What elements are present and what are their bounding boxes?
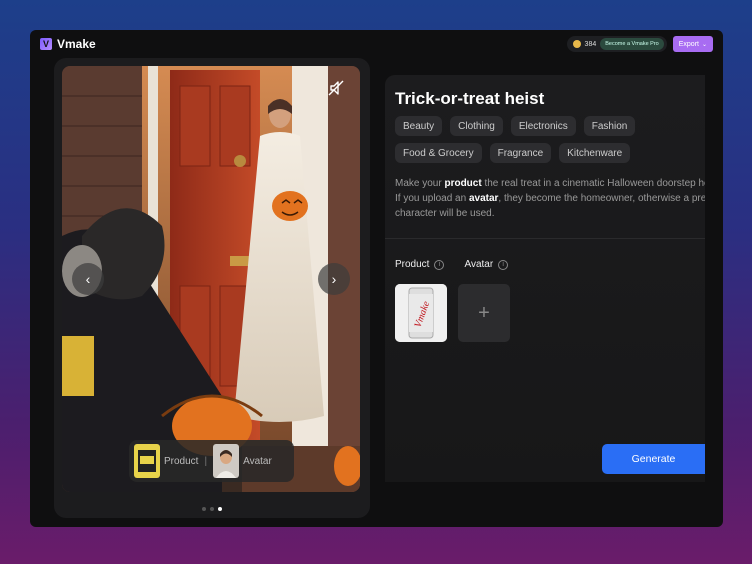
desc-text: , they become the homeowner, otherwise a… bbox=[498, 193, 705, 204]
product-thumbnail bbox=[134, 444, 160, 478]
credits-count: 384 bbox=[584, 40, 597, 48]
avatar-upload-label: Avatar i bbox=[464, 259, 509, 270]
product-can-image: Vmake bbox=[395, 284, 447, 342]
divider bbox=[385, 238, 705, 239]
tag-electronics[interactable]: Electronics bbox=[510, 116, 576, 136]
export-button[interactable]: Export ⌄ bbox=[672, 36, 713, 52]
template-detail-panel: Trick-or-treat heist Beauty Clothing Ele… bbox=[385, 75, 705, 482]
product-label-text: Product bbox=[395, 259, 430, 270]
credits-badge[interactable]: 384 Become a Vmake Pro bbox=[566, 36, 667, 52]
avatar-upload-slot[interactable]: + bbox=[458, 284, 510, 342]
upload-labels: Product i Avatar i bbox=[395, 259, 509, 270]
chevron-left-icon: ‹ bbox=[85, 271, 91, 287]
tag-fragrance[interactable]: Fragrance bbox=[489, 143, 552, 163]
next-button[interactable]: › bbox=[318, 263, 350, 295]
desc-text: Make your bbox=[395, 178, 445, 189]
category-tags: Beauty Clothing Electronics Fashion Food… bbox=[395, 116, 705, 163]
chevron-right-icon: › bbox=[331, 271, 337, 287]
mute-icon bbox=[328, 80, 344, 96]
input-chip-bar: Product | Avatar bbox=[129, 440, 294, 482]
carousel-dots bbox=[54, 507, 370, 511]
avatar-thumbnail bbox=[213, 444, 240, 478]
template-title: Trick-or-treat heist bbox=[395, 89, 545, 108]
desc-bold-avatar: avatar bbox=[468, 193, 499, 204]
desc-text: character will be used. bbox=[395, 208, 495, 219]
tag-kitchenware[interactable]: Kitchenware bbox=[559, 143, 631, 163]
desc-text: the real treat in a cinematic Halloween … bbox=[481, 178, 705, 189]
info-icon[interactable]: i bbox=[498, 259, 509, 270]
app-logo[interactable]: V Vmake bbox=[40, 37, 96, 51]
chevron-down-icon: ⌄ bbox=[701, 41, 707, 48]
mute-button[interactable] bbox=[324, 76, 348, 100]
tag-food-grocery[interactable]: Food & Grocery bbox=[395, 143, 482, 163]
plus-icon: + bbox=[478, 301, 490, 324]
chip-divider: | bbox=[204, 455, 208, 467]
become-pro-button[interactable]: Become a Vmake Pro bbox=[600, 38, 664, 50]
coin-icon bbox=[572, 40, 581, 48]
preview-image: ‹ › Product | Avatar bbox=[62, 66, 360, 492]
avatar-label-text: Avatar bbox=[464, 259, 494, 270]
export-label: Export bbox=[678, 40, 699, 48]
top-bar: V Vmake 384 Become a Vmake Pro Export ⌄ bbox=[30, 30, 723, 58]
product-upload-slot[interactable]: Vmake bbox=[395, 284, 447, 342]
desc-bold-product: product bbox=[444, 178, 482, 189]
chip-avatar-label: Avatar bbox=[243, 455, 272, 467]
chip-product-label: Product bbox=[164, 455, 199, 467]
tag-fashion[interactable]: Fashion bbox=[583, 116, 636, 136]
preview-panel: ‹ › Product | Avatar bbox=[54, 58, 370, 518]
app-window: V Vmake 384 Become a Vmake Pro Export ⌄ bbox=[30, 30, 723, 527]
tag-beauty[interactable]: Beauty bbox=[395, 116, 443, 136]
product-upload-label: Product i bbox=[395, 259, 445, 270]
template-description: Make your product the real treat in a ci… bbox=[395, 176, 705, 221]
info-icon[interactable]: i bbox=[434, 259, 445, 270]
desc-text: If you upload an bbox=[395, 193, 469, 204]
app-name: Vmake bbox=[57, 37, 96, 51]
carousel-dot-active[interactable] bbox=[218, 507, 222, 511]
carousel-dot[interactable] bbox=[210, 507, 214, 511]
tag-clothing[interactable]: Clothing bbox=[450, 116, 503, 136]
carousel-dot[interactable] bbox=[202, 507, 206, 511]
generate-button[interactable]: Generate bbox=[602, 444, 705, 474]
vmake-logo-icon: V bbox=[40, 38, 52, 50]
previous-button[interactable]: ‹ bbox=[72, 263, 104, 295]
